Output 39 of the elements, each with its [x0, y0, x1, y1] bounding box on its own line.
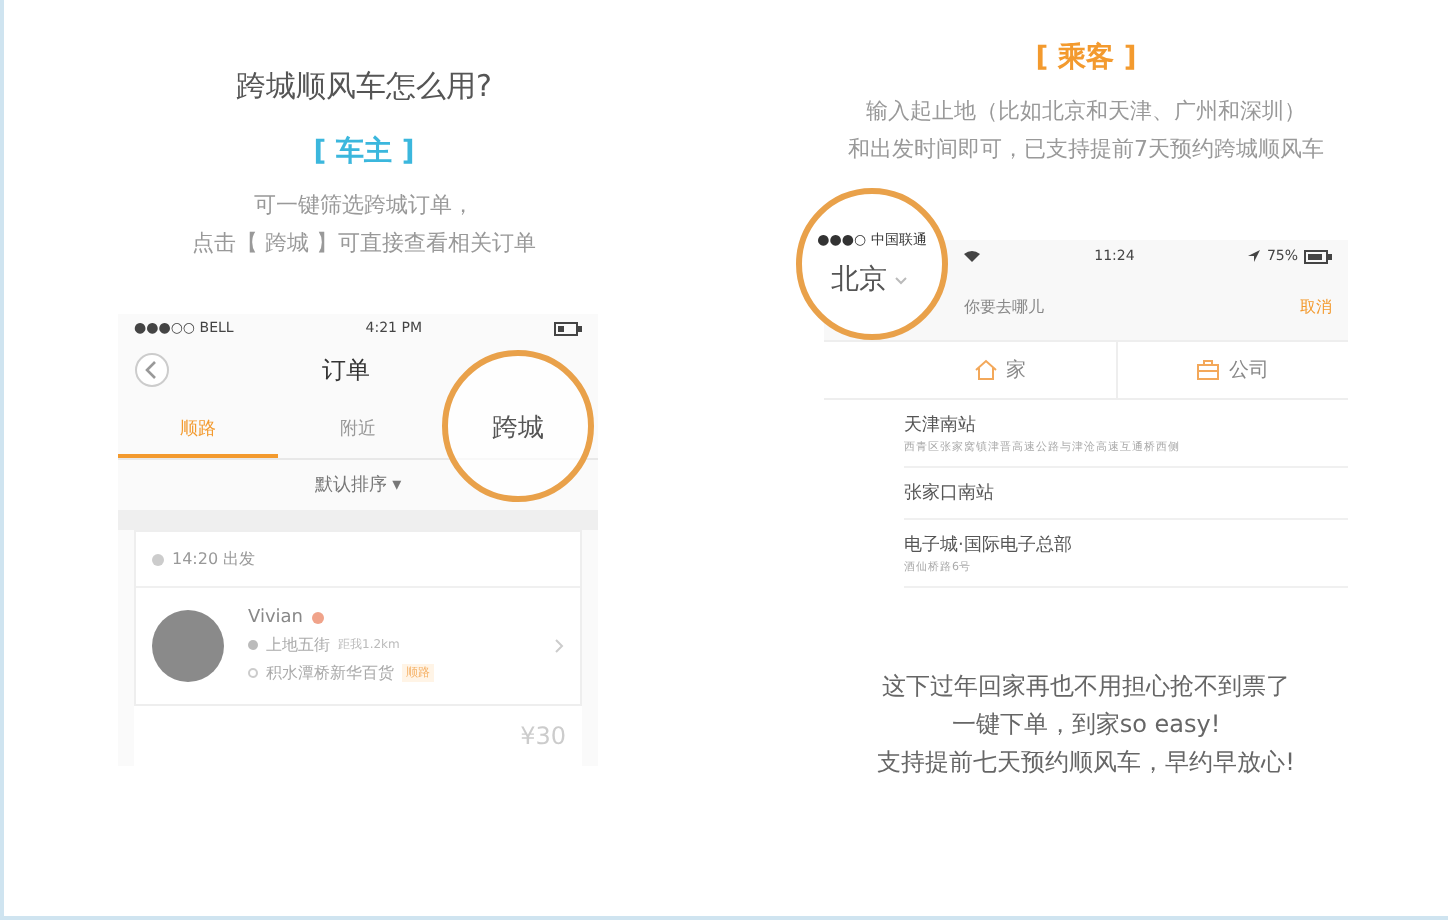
shortcut-button[interactable]: 公司 [1115, 342, 1348, 398]
badge-icon [311, 612, 324, 624]
description-line: 可一键筛选跨城订单， [252, 190, 476, 222]
nav-title: 订单 [320, 353, 372, 387]
home-icon [973, 358, 998, 382]
description-line: 和出发时间即可，已支持提前7天预约跨城顺风车 [848, 134, 1324, 166]
briefcase-icon [1196, 358, 1221, 382]
avatar [152, 610, 224, 682]
order-tab[interactable]: 跨城 [438, 398, 598, 458]
footer-line: 一键下单，到家so easy! [949, 708, 1223, 742]
description-line: 点击【 跨城 】可直接查看相关订单 [192, 228, 536, 260]
search-field[interactable]: 你要去哪儿 [964, 297, 1300, 315]
page-title: 跨城顺风车怎么用? [236, 68, 492, 106]
place-name: 张家口南站 [904, 481, 996, 506]
city-selector[interactable]: 北京 [831, 262, 887, 298]
location-arrow-icon [1248, 250, 1261, 262]
origin-label: 上地五街 [266, 634, 330, 656]
chevron-right-icon [554, 638, 564, 654]
order-tab[interactable]: 附近 [278, 398, 438, 458]
shortcut-button[interactable]: 家 [884, 342, 1115, 398]
clock-icon [152, 553, 164, 565]
chevron-down-icon [893, 275, 907, 285]
destination-label: 积水潭桥新华百货 [266, 662, 394, 684]
description-line: 输入起止地（比如北京和天津、广州和深圳） [864, 96, 1308, 128]
battery-icon [1304, 249, 1332, 263]
back-button-icon[interactable] [134, 352, 170, 388]
place-item[interactable]: 张家口南站 [904, 468, 1348, 520]
battery-icon [553, 321, 582, 335]
origin-dot-icon [248, 640, 258, 650]
destination-dot-icon [248, 668, 258, 678]
section-heading: [ 乘客 ] [1035, 40, 1137, 76]
section-heading: [ 车主 ] [313, 134, 415, 170]
place-name: 天津南站 [904, 413, 978, 438]
passenger-name: Vivian [248, 608, 304, 628]
place-name: 电子城·国际电子总部 [904, 533, 1074, 558]
departure-time: 14:20 出发 [172, 548, 256, 570]
footer-line: 支持提前七天预约顺风车，早约早放心! [877, 746, 1295, 780]
wifi-icon [964, 250, 980, 262]
footer-line: 这下过年回家再也不用担心抢不到票了 [880, 670, 1292, 704]
